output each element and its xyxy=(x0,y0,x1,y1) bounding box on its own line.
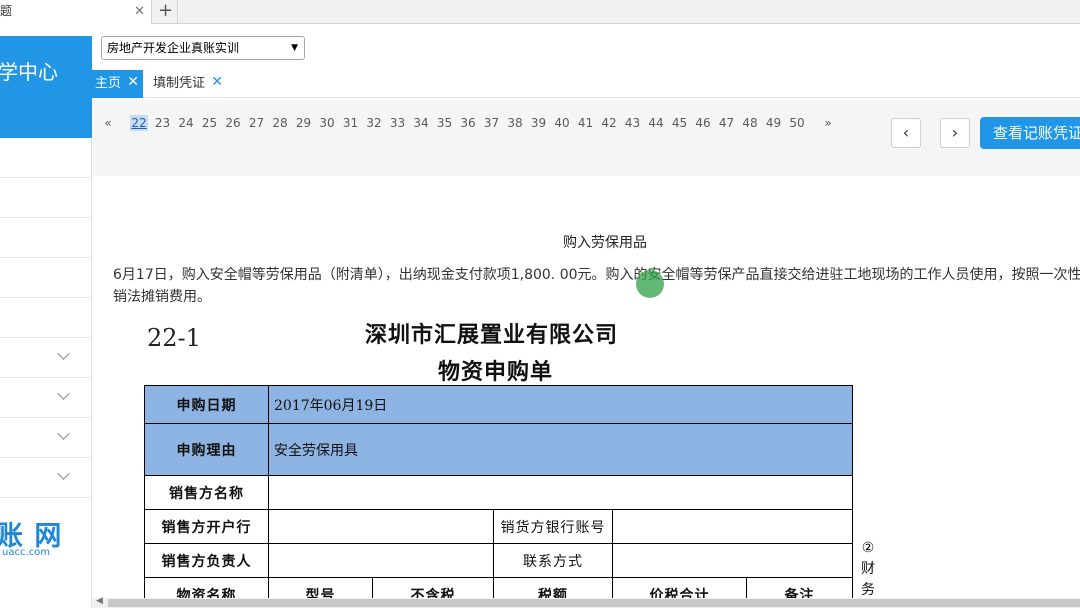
chevron-down-icon xyxy=(57,427,70,440)
page-number-37[interactable]: 37 xyxy=(483,115,501,131)
close-icon[interactable]: ✕ xyxy=(127,68,139,96)
sidebar-item[interactable] xyxy=(0,138,92,178)
chevron-down-icon xyxy=(57,467,70,480)
page-number-42[interactable]: 42 xyxy=(600,115,618,131)
copy-note-number: ② xyxy=(861,540,875,556)
page-number-38[interactable]: 38 xyxy=(506,115,524,131)
seller-account-label: 销货方银行账号 xyxy=(493,509,613,544)
contact-value xyxy=(612,543,853,578)
page-number-44[interactable]: 44 xyxy=(647,115,665,131)
table-row: 销售方名称 xyxy=(144,475,853,510)
table-row: 销售方开户行 销货方银行账号 xyxy=(144,509,853,544)
sidebar-item[interactable] xyxy=(0,298,92,338)
mouse-cursor-highlight xyxy=(636,270,664,298)
tab-home-label: 主页 xyxy=(95,76,122,91)
chevron-down-icon xyxy=(57,347,70,360)
page-number-41[interactable]: 41 xyxy=(577,115,595,131)
brand-domain: uacc.com xyxy=(2,547,50,558)
page-number-35[interactable]: 35 xyxy=(436,115,454,131)
question-pager: « 22 23 24 25 26 27 28 29 30 31 32 33 34 35 36 37 38 39 40… xyxy=(92,100,1080,176)
prev-button[interactable]: ‹ xyxy=(891,118,921,148)
pager-last-icon[interactable]: » xyxy=(821,115,835,131)
copy-note-char: 财 xyxy=(861,561,875,577)
scroll-left-icon[interactable]: ◀ xyxy=(96,596,103,606)
date-value: 2017年06月19日 xyxy=(268,385,853,424)
page-number-24[interactable]: 24 xyxy=(177,115,195,131)
seller-bank-label: 销售方开户行 xyxy=(144,509,269,544)
page-number-43[interactable]: 43 xyxy=(624,115,642,131)
sidebar-title: 学中心 xyxy=(0,60,58,84)
page-number-32[interactable]: 32 xyxy=(365,115,383,131)
page-tabs: 主页 ✕ 填制凭证 ✕ xyxy=(92,70,1080,98)
view-voucher-button[interactable]: 查看记账凭证 xyxy=(980,117,1080,149)
sidebar-item-expandable[interactable] xyxy=(0,338,92,378)
tab-fill-voucher-label: 填制凭证 xyxy=(153,76,206,91)
page-number-28[interactable]: 28 xyxy=(271,115,289,131)
browser-tab-bar: 题 ✕ + xyxy=(0,0,1080,24)
seller-account-value xyxy=(612,509,853,544)
page-number-22[interactable]: 22 xyxy=(130,115,148,131)
page-number-23[interactable]: 23 xyxy=(154,115,172,131)
date-label: 申购日期 xyxy=(144,385,269,424)
page-number-34[interactable]: 34 xyxy=(412,115,430,131)
question-description: 6月17日，购入安全帽等劳保用品（附清单），出纳现金支付款项1,800. 00元… xyxy=(113,267,1080,305)
reason-value: 安全劳保用具 xyxy=(268,423,853,476)
form-title: 物资申购单 xyxy=(438,359,554,385)
page-number-36[interactable]: 36 xyxy=(459,115,477,131)
document-number: 22-1 xyxy=(147,324,201,352)
tab-fill-voucher[interactable]: 填制凭证 ✕ xyxy=(147,70,227,98)
sidebar-item-expandable[interactable] xyxy=(0,418,92,458)
page-number-46[interactable]: 46 xyxy=(694,115,712,131)
sidebar-item[interactable] xyxy=(0,258,92,298)
close-icon[interactable]: ✕ xyxy=(211,68,223,96)
company-select[interactable]: 房地产开发企业真账实训 ▼ xyxy=(101,36,305,60)
sidebar-header: 学中心 xyxy=(0,36,92,138)
sidebar-item[interactable] xyxy=(0,218,92,258)
seller-person-value xyxy=(268,543,494,578)
page-number-30[interactable]: 30 xyxy=(318,115,336,131)
sidebar-item[interactable] xyxy=(0,178,92,218)
sidebar-item-expandable[interactable] xyxy=(0,378,92,418)
page-number-48[interactable]: 48 xyxy=(741,115,759,131)
new-tab-button[interactable]: + xyxy=(154,0,178,24)
sidebar-item-expandable[interactable] xyxy=(0,458,92,498)
page-number-47[interactable]: 47 xyxy=(718,115,736,131)
page-number-40[interactable]: 40 xyxy=(553,115,571,131)
browser-tab[interactable]: 题 ✕ xyxy=(0,0,152,24)
purchase-request-form: 申购日期 2017年06月19日 申购理由 安全劳保用具 销售方名称 销售方开户… xyxy=(144,385,853,608)
page-number-31[interactable]: 31 xyxy=(342,115,360,131)
dropdown-arrow-icon: ▼ xyxy=(291,43,298,53)
tab-home[interactable]: 主页 ✕ xyxy=(92,70,143,98)
page-number-25[interactable]: 25 xyxy=(201,115,219,131)
close-icon[interactable]: ✕ xyxy=(134,0,145,23)
seller-person-label: 销售方负责人 xyxy=(144,543,269,578)
app-window: 题 ✕ + 学中心 账 网 uacc.com 房地产开发企业真账实训 ▼ 主页 … xyxy=(0,0,1080,608)
question-title: 购入劳保用品 xyxy=(563,235,647,251)
seller-name-value xyxy=(268,475,853,510)
page-number-49[interactable]: 49 xyxy=(765,115,783,131)
contact-label: 联系方式 xyxy=(493,543,613,578)
pager-first-icon[interactable]: « xyxy=(101,115,115,131)
page-number-39[interactable]: 39 xyxy=(530,115,548,131)
browser-tab-title: 题 xyxy=(0,4,13,18)
page-number-33[interactable]: 33 xyxy=(389,115,407,131)
table-row: 销售方负责人 联系方式 xyxy=(144,543,853,578)
chevron-down-icon xyxy=(57,387,70,400)
seller-name-label: 销售方名称 xyxy=(144,475,269,510)
page-number-27[interactable]: 27 xyxy=(248,115,266,131)
page-number-45[interactable]: 45 xyxy=(671,115,689,131)
next-button[interactable]: › xyxy=(940,118,970,148)
table-row: 申购日期 2017年06月19日 xyxy=(144,385,853,424)
reason-label: 申购理由 xyxy=(144,423,269,476)
page-number-29[interactable]: 29 xyxy=(295,115,313,131)
copy-note: ② 财 务 xyxy=(859,538,877,601)
page-number-50[interactable]: 50 xyxy=(788,115,806,131)
company-select-value: 房地产开发企业真账实训 xyxy=(107,41,240,55)
table-row: 申购理由 安全劳保用具 xyxy=(144,423,853,476)
page-number-26[interactable]: 26 xyxy=(224,115,242,131)
seller-bank-value xyxy=(268,509,494,544)
scrollbar-thumb[interactable] xyxy=(108,599,1080,607)
company-name: 深圳市汇展置业有限公司 xyxy=(365,322,619,348)
horizontal-scrollbar[interactable]: ◀ xyxy=(92,596,1080,608)
